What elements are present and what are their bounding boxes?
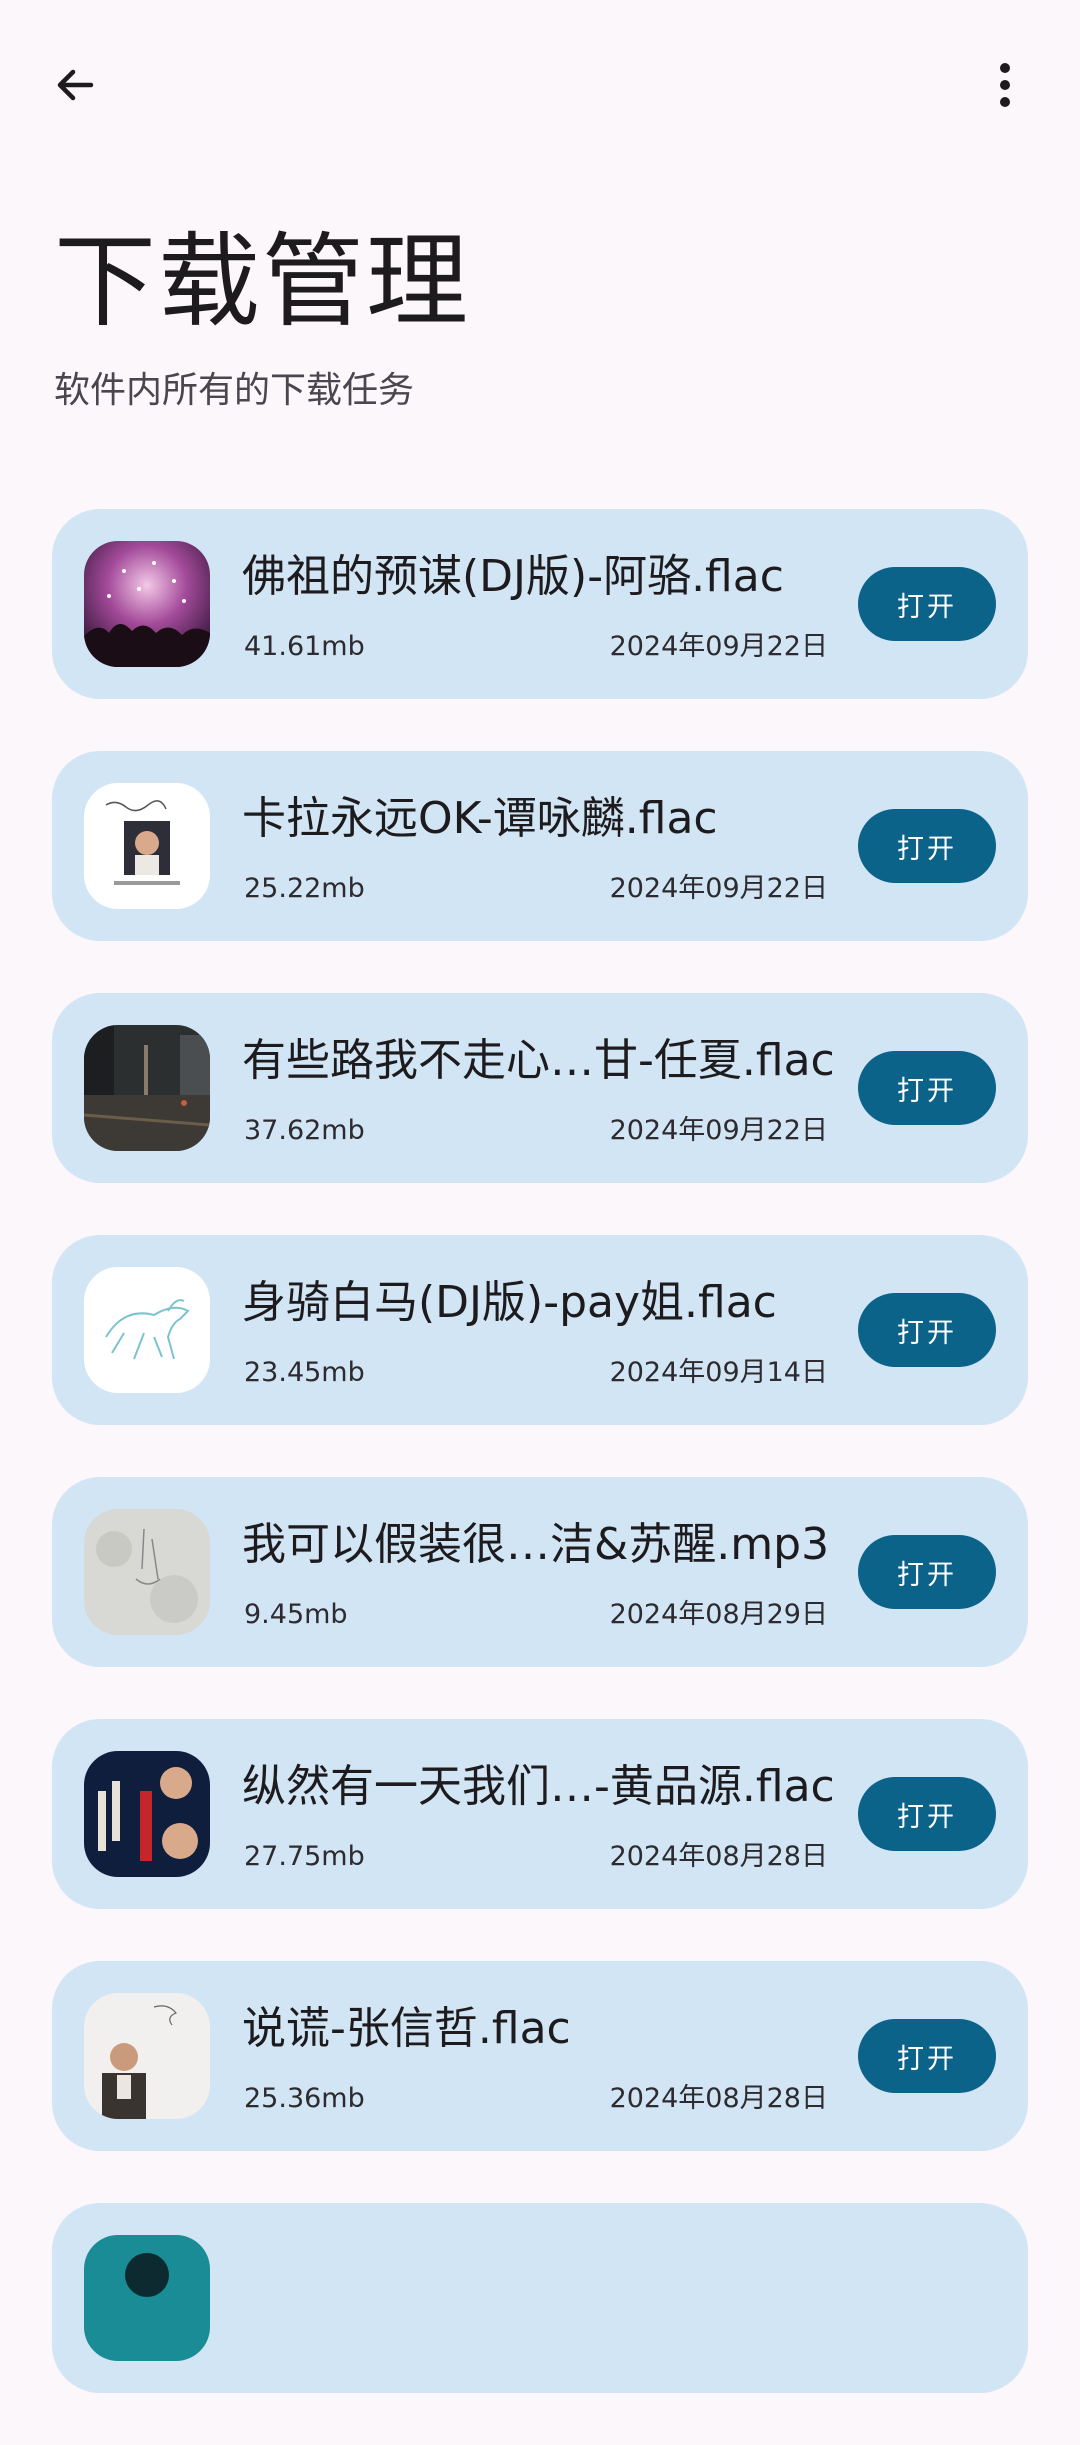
download-item[interactable] — [52, 2203, 1028, 2393]
file-size: 23.45mb — [244, 1357, 365, 1388]
file-size: 41.61mb — [244, 631, 365, 662]
back-button[interactable] — [40, 50, 110, 120]
download-item[interactable]: 身骑白马(DJ版)-pay姐.flac 23.45mb 2024年09月14日 … — [52, 1235, 1028, 1425]
download-list: 佛祖的预谋(DJ版)-阿骆.flac 41.61mb 2024年09月22日 打… — [52, 509, 1028, 2445]
album-cover — [84, 541, 210, 667]
page-subtitle: 软件内所有的下载任务 — [54, 370, 415, 411]
download-item[interactable]: 纵然有一天我们…-黄品源.flac 27.75mb 2024年08月28日 打开 — [52, 1719, 1028, 1909]
open-button[interactable]: 打开 — [858, 1777, 996, 1851]
download-date: 2024年09月22日 — [609, 631, 828, 662]
download-date: 2024年09月22日 — [609, 873, 828, 904]
file-size: 27.75mb — [244, 1841, 365, 1872]
top-app-bar — [0, 0, 1080, 170]
more-vert-icon — [1000, 63, 1010, 107]
file-name: 身骑白马(DJ版)-pay姐.flac — [242, 1277, 777, 1328]
file-size: 25.36mb — [244, 2083, 365, 2114]
more-options-button[interactable] — [970, 50, 1040, 120]
file-name: 说谎-张信哲.flac — [242, 2003, 571, 2054]
open-button[interactable]: 打开 — [858, 1051, 996, 1125]
download-date: 2024年09月14日 — [609, 1357, 828, 1388]
download-date: 2024年08月28日 — [609, 1841, 828, 1872]
download-date: 2024年08月29日 — [609, 1599, 828, 1630]
file-name: 有些路我不走心…甘-任夏.flac — [242, 1035, 835, 1086]
download-item[interactable]: 我可以假装很…洁&苏醒.mp3 9.45mb 2024年08月29日 打开 — [52, 1477, 1028, 1667]
download-item[interactable]: 说谎-张信哲.flac 25.36mb 2024年08月28日 打开 — [52, 1961, 1028, 2151]
album-cover — [84, 783, 210, 909]
file-size: 9.45mb — [244, 1599, 348, 1630]
album-cover — [84, 1267, 210, 1393]
open-button[interactable]: 打开 — [858, 809, 996, 883]
open-button[interactable]: 打开 — [858, 2019, 996, 2093]
file-size: 25.22mb — [244, 873, 365, 904]
arrow-left-icon — [57, 69, 94, 101]
open-button[interactable]: 打开 — [858, 1535, 996, 1609]
file-size: 37.62mb — [244, 1115, 365, 1146]
download-item[interactable]: 佛祖的预谋(DJ版)-阿骆.flac 41.61mb 2024年09月22日 打… — [52, 509, 1028, 699]
album-cover — [84, 1509, 210, 1635]
download-item[interactable]: 卡拉永远OK-谭咏麟.flac 25.22mb 2024年09月22日 打开 — [52, 751, 1028, 941]
album-cover — [84, 1751, 210, 1877]
page-title: 下载管理 — [54, 223, 470, 342]
download-date: 2024年08月28日 — [609, 2083, 828, 2114]
download-item[interactable]: 有些路我不走心…甘-任夏.flac 37.62mb 2024年09月22日 打开 — [52, 993, 1028, 1183]
album-cover — [84, 2235, 210, 2361]
album-cover — [84, 1025, 210, 1151]
file-name: 佛祖的预谋(DJ版)-阿骆.flac — [242, 551, 784, 602]
file-name: 我可以假装很…洁&苏醒.mp3 — [242, 1519, 830, 1570]
open-button[interactable]: 打开 — [858, 567, 996, 641]
download-date: 2024年09月22日 — [609, 1115, 828, 1146]
file-name: 纵然有一天我们…-黄品源.flac — [242, 1761, 835, 1812]
file-name: 卡拉永远OK-谭咏麟.flac — [242, 793, 718, 844]
album-cover — [84, 1993, 210, 2119]
open-button[interactable]: 打开 — [858, 1293, 996, 1367]
